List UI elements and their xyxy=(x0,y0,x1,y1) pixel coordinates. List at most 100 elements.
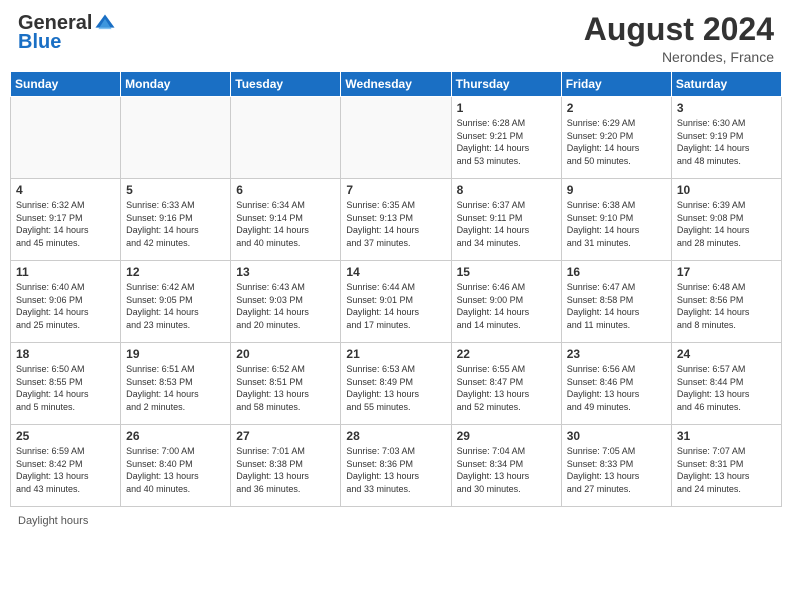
calendar-cell: 3 Sunrise: 6:30 AM Sunset: 9:19 PM Daylig… xyxy=(671,97,781,179)
calendar-cell: 11 Sunrise: 6:40 AM Sunset: 9:06 PM Dayli… xyxy=(11,261,121,343)
day-info: Sunrise: 6:44 AM Sunset: 9:01 PM Dayligh… xyxy=(346,281,445,331)
calendar-cell: 17 Sunrise: 6:48 AM Sunset: 8:56 PM Dayli… xyxy=(671,261,781,343)
day-number: 7 xyxy=(346,183,445,197)
calendar-cell: 18 Sunrise: 6:50 AM Sunset: 8:55 PM Dayli… xyxy=(11,343,121,425)
day-number: 14 xyxy=(346,265,445,279)
day-number: 10 xyxy=(677,183,776,197)
day-number: 13 xyxy=(236,265,335,279)
weekday-header: Friday xyxy=(561,72,671,97)
day-number: 20 xyxy=(236,347,335,361)
day-number: 19 xyxy=(126,347,225,361)
day-number: 22 xyxy=(457,347,556,361)
calendar-cell: 31 Sunrise: 7:07 AM Sunset: 8:31 PM Dayli… xyxy=(671,425,781,507)
calendar-cell: 19 Sunrise: 6:51 AM Sunset: 8:53 PM Dayli… xyxy=(121,343,231,425)
day-number: 6 xyxy=(236,183,335,197)
calendar-cell: 4 Sunrise: 6:32 AM Sunset: 9:17 PM Daylig… xyxy=(11,179,121,261)
day-info: Sunrise: 6:38 AM Sunset: 9:10 PM Dayligh… xyxy=(567,199,666,249)
day-info: Sunrise: 6:40 AM Sunset: 9:06 PM Dayligh… xyxy=(16,281,115,331)
calendar-cell xyxy=(231,97,341,179)
day-info: Sunrise: 6:59 AM Sunset: 8:42 PM Dayligh… xyxy=(16,445,115,495)
daylight-hours-label: Daylight hours xyxy=(18,515,88,527)
weekday-header: Monday xyxy=(121,72,231,97)
day-number: 29 xyxy=(457,429,556,443)
calendar-table: SundayMondayTuesdayWednesdayThursdayFrid… xyxy=(10,71,782,507)
logo-blue: Blue xyxy=(18,31,61,53)
day-number: 3 xyxy=(677,101,776,115)
calendar-cell: 6 Sunrise: 6:34 AM Sunset: 9:14 PM Daylig… xyxy=(231,179,341,261)
calendar-cell: 1Sunrise: 6:28 AM Sunset: 9:21 PM Daylig… xyxy=(451,97,561,179)
day-info: Sunrise: 7:00 AM Sunset: 8:40 PM Dayligh… xyxy=(126,445,225,495)
logo-icon xyxy=(94,13,116,35)
calendar-cell: 13Sunrise: 6:43 AM Sunset: 9:03 PM Dayli… xyxy=(231,261,341,343)
day-info: Sunrise: 6:33 AM Sunset: 9:16 PM Dayligh… xyxy=(126,199,225,249)
calendar-cell: 26 Sunrise: 7:00 AM Sunset: 8:40 PM Dayli… xyxy=(121,425,231,507)
day-info: Sunrise: 6:50 AM Sunset: 8:55 PM Dayligh… xyxy=(16,363,115,413)
title-block: August 2024 Nerondes, France xyxy=(584,12,774,65)
day-info: Sunrise: 6:30 AM Sunset: 9:19 PM Dayligh… xyxy=(677,117,776,167)
day-number: 12 xyxy=(126,265,225,279)
calendar-cell: 10Sunrise: 6:39 AM Sunset: 9:08 PM Dayli… xyxy=(671,179,781,261)
day-info: Sunrise: 7:03 AM Sunset: 8:36 PM Dayligh… xyxy=(346,445,445,495)
day-info: Sunrise: 7:01 AM Sunset: 8:38 PM Dayligh… xyxy=(236,445,335,495)
day-info: Sunrise: 6:37 AM Sunset: 9:11 PM Dayligh… xyxy=(457,199,556,249)
day-number: 16 xyxy=(567,265,666,279)
day-number: 31 xyxy=(677,429,776,443)
calendar-cell: 22 Sunrise: 6:55 AM Sunset: 8:47 PM Dayli… xyxy=(451,343,561,425)
day-info: Sunrise: 6:29 AM Sunset: 9:20 PM Dayligh… xyxy=(567,117,666,167)
day-info: Sunrise: 6:53 AM Sunset: 8:49 PM Dayligh… xyxy=(346,363,445,413)
calendar-cell: 27 Sunrise: 7:01 AM Sunset: 8:38 PM Dayli… xyxy=(231,425,341,507)
calendar-cell: 20 Sunrise: 6:52 AM Sunset: 8:51 PM Dayli… xyxy=(231,343,341,425)
day-info: Sunrise: 6:48 AM Sunset: 8:56 PM Dayligh… xyxy=(677,281,776,331)
location-label: Nerondes, France xyxy=(584,49,774,65)
day-number: 11 xyxy=(16,265,115,279)
day-number: 30 xyxy=(567,429,666,443)
calendar-cell: 23 Sunrise: 6:56 AM Sunset: 8:46 PM Dayli… xyxy=(561,343,671,425)
day-info: Sunrise: 6:56 AM Sunset: 8:46 PM Dayligh… xyxy=(567,363,666,413)
day-info: Sunrise: 6:42 AM Sunset: 9:05 PM Dayligh… xyxy=(126,281,225,331)
day-info: Sunrise: 7:04 AM Sunset: 8:34 PM Dayligh… xyxy=(457,445,556,495)
day-number: 15 xyxy=(457,265,556,279)
day-info: Sunrise: 6:35 AM Sunset: 9:13 PM Dayligh… xyxy=(346,199,445,249)
calendar-cell: 16 Sunrise: 6:47 AM Sunset: 8:58 PM Dayli… xyxy=(561,261,671,343)
calendar-cell: 9 Sunrise: 6:38 AM Sunset: 9:10 PM Daylig… xyxy=(561,179,671,261)
day-info: Sunrise: 6:47 AM Sunset: 8:58 PM Dayligh… xyxy=(567,281,666,331)
calendar-cell: 25 Sunrise: 6:59 AM Sunset: 8:42 PM Dayli… xyxy=(11,425,121,507)
day-number: 18 xyxy=(16,347,115,361)
day-info: Sunrise: 6:52 AM Sunset: 8:51 PM Dayligh… xyxy=(236,363,335,413)
day-info: Sunrise: 6:34 AM Sunset: 9:14 PM Dayligh… xyxy=(236,199,335,249)
month-year-title: August 2024 xyxy=(584,12,774,47)
footer: Daylight hours xyxy=(0,511,792,531)
day-info: Sunrise: 6:32 AM Sunset: 9:17 PM Dayligh… xyxy=(16,199,115,249)
day-number: 5 xyxy=(126,183,225,197)
calendar-cell: 8Sunrise: 6:37 AM Sunset: 9:11 PM Daylig… xyxy=(451,179,561,261)
day-info: Sunrise: 7:07 AM Sunset: 8:31 PM Dayligh… xyxy=(677,445,776,495)
day-number: 4 xyxy=(16,183,115,197)
calendar-cell: 30Sunrise: 7:05 AM Sunset: 8:33 PM Dayli… xyxy=(561,425,671,507)
day-number: 17 xyxy=(677,265,776,279)
calendar-cell: 15 Sunrise: 6:46 AM Sunset: 9:00 PM Dayli… xyxy=(451,261,561,343)
calendar-cell: 5 Sunrise: 6:33 AM Sunset: 9:16 PM Daylig… xyxy=(121,179,231,261)
calendar-cell: 28Sunrise: 7:03 AM Sunset: 8:36 PM Dayli… xyxy=(341,425,451,507)
day-number: 21 xyxy=(346,347,445,361)
day-info: Sunrise: 6:57 AM Sunset: 8:44 PM Dayligh… xyxy=(677,363,776,413)
day-number: 26 xyxy=(126,429,225,443)
day-info: Sunrise: 6:46 AM Sunset: 9:00 PM Dayligh… xyxy=(457,281,556,331)
day-number: 9 xyxy=(567,183,666,197)
weekday-header: Tuesday xyxy=(231,72,341,97)
calendar-cell: 29 Sunrise: 7:04 AM Sunset: 8:34 PM Dayli… xyxy=(451,425,561,507)
day-number: 23 xyxy=(567,347,666,361)
weekday-header: Saturday xyxy=(671,72,781,97)
weekday-header: Thursday xyxy=(451,72,561,97)
calendar-cell: 2Sunrise: 6:29 AM Sunset: 9:20 PM Daylig… xyxy=(561,97,671,179)
day-info: Sunrise: 6:55 AM Sunset: 8:47 PM Dayligh… xyxy=(457,363,556,413)
calendar-cell xyxy=(11,97,121,179)
weekday-header: Wednesday xyxy=(341,72,451,97)
calendar-cell: 21 Sunrise: 6:53 AM Sunset: 8:49 PM Dayli… xyxy=(341,343,451,425)
calendar-cell: 24Sunrise: 6:57 AM Sunset: 8:44 PM Dayli… xyxy=(671,343,781,425)
day-number: 25 xyxy=(16,429,115,443)
day-info: Sunrise: 6:51 AM Sunset: 8:53 PM Dayligh… xyxy=(126,363,225,413)
logo: General Blue xyxy=(18,12,116,54)
calendar-cell: 14 Sunrise: 6:44 AM Sunset: 9:01 PM Dayli… xyxy=(341,261,451,343)
day-number: 1 xyxy=(457,101,556,115)
day-number: 27 xyxy=(236,429,335,443)
